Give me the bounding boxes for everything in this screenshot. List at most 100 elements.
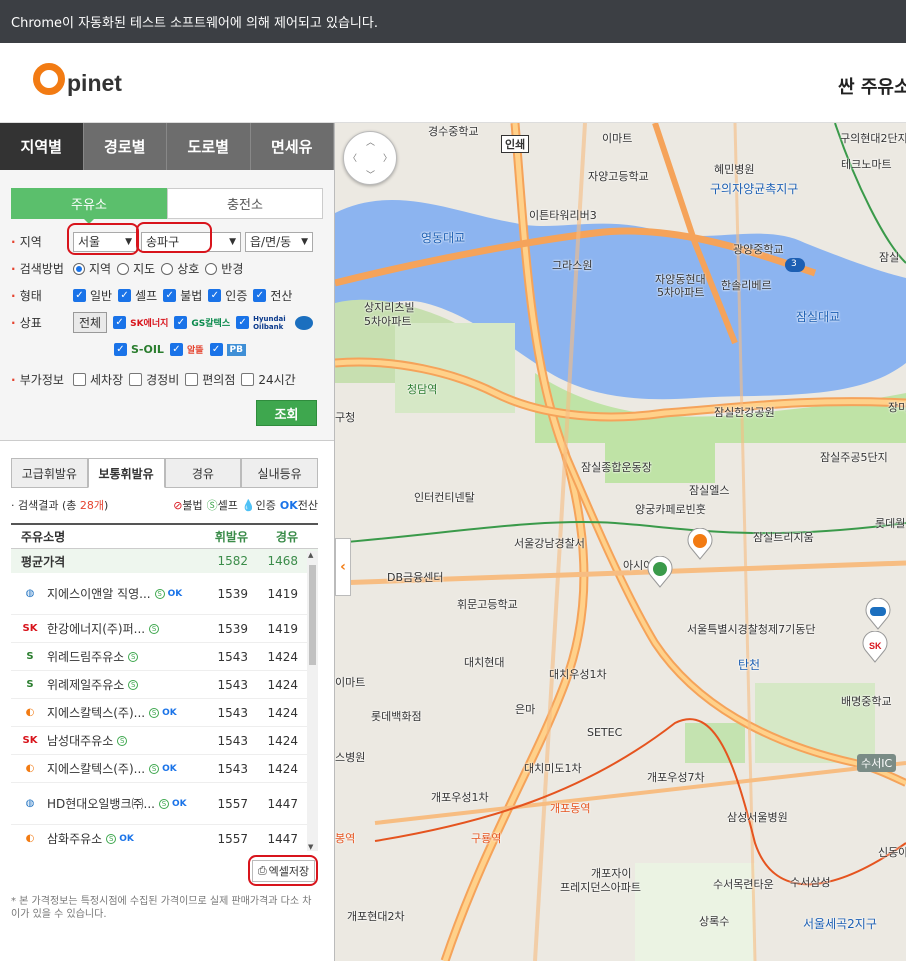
method-name-radio[interactable]: 상호 xyxy=(161,260,199,277)
station-name-cell[interactable]: ◐ 지에스칼텍스(주)... S OK xyxy=(11,760,198,778)
station-name-cell[interactable]: SK 한강에너지(주)퍼... S xyxy=(11,620,198,638)
table-body: ◍ 지에스이앤알 직영... S OK 1539 1419 SK 한강에너지(주)퍼... S 1… xyxy=(11,573,318,851)
map-label: 은마 xyxy=(515,703,536,716)
station-name-cell[interactable]: ◍ HD현대오일뱅크㈜... S OK xyxy=(11,795,198,813)
table-row[interactable]: S 위례드림주유소 S 1543 1424 xyxy=(11,643,318,671)
extra-maintenance-checkbox[interactable]: 경정비 xyxy=(129,371,179,388)
map-pan-control[interactable]: ︿ ﹀ 〈 〉 xyxy=(343,131,397,185)
tab-region[interactable]: 지역별 xyxy=(0,123,84,170)
main-tabs: 지역별 경로별 도로별 면세유 xyxy=(0,123,334,170)
gs-logo: GS칼텍스 xyxy=(191,319,231,329)
station-name[interactable]: 위례드림주유소 xyxy=(47,648,124,665)
scroll-thumb[interactable] xyxy=(309,565,316,665)
type-general-label: 일반 xyxy=(90,289,113,303)
station-name[interactable]: 한강에너지(주)퍼... xyxy=(47,620,145,637)
station-name[interactable]: 위례제일주유소 xyxy=(47,676,124,693)
map-label: 잠실주공5단지 xyxy=(820,451,888,464)
pan-up-icon[interactable]: ︿ xyxy=(366,135,375,148)
opinet-logo[interactable]: pinet xyxy=(33,63,122,95)
map-label: 개포우성1차 xyxy=(431,791,489,804)
station-name-cell[interactable]: S 위례제일주유소 S xyxy=(11,676,198,694)
table-row[interactable]: ◐ 삼화주유소 S OK 1557 1447 xyxy=(11,825,318,851)
scroll-up-icon[interactable]: ▲ xyxy=(308,551,313,559)
legend-certified-label: 인증 xyxy=(255,499,276,512)
tab-regular-gasoline[interactable]: 보통휘발유 xyxy=(87,458,165,488)
collapse-panel-button[interactable]: ‹ xyxy=(335,538,351,596)
dong-select[interactable]: 읍/면/동 ▼ xyxy=(245,231,313,252)
table-row[interactable]: ◐ 지에스칼텍스(주)... S OK 1543 1424 xyxy=(11,699,318,727)
legend-self-label: 셀프 xyxy=(217,499,238,512)
type-self-checkbox[interactable]: ✓ 셀프 xyxy=(118,287,157,304)
extra-24h-checkbox[interactable]: 24시간 xyxy=(241,371,296,388)
method-name-label: 상호 xyxy=(177,262,200,276)
station-name[interactable]: HD현대오일뱅크㈜... xyxy=(47,795,155,812)
automation-notice: Chrome이 자동화된 테스트 소프트웨어에 의해 제어되고 있습니다. xyxy=(11,16,378,31)
method-region-radio[interactable]: 지역 xyxy=(73,260,111,277)
header-title[interactable]: 싼 주유소 xyxy=(838,73,906,99)
scroll-down-icon[interactable]: ▼ xyxy=(308,843,313,851)
tab-charging-station[interactable]: 충전소 xyxy=(167,188,323,219)
extra-convenience-checkbox[interactable]: 편의점 xyxy=(185,371,235,388)
station-name[interactable]: 지에스칼텍스(주)... xyxy=(47,760,145,777)
map-view[interactable]: ︿ ﹀ 〈 〉 경수중학교 인쇄 이마트 혜민병원 구의현대2단지 테크노마트 … xyxy=(335,123,906,961)
map-label: 잠실엘스 xyxy=(689,484,730,497)
table-scrollbar[interactable]: ▲ ▼ xyxy=(307,551,318,851)
brand-hd-checkbox[interactable]: ✓ xyxy=(236,316,250,329)
tab-kerosene[interactable]: 실내등유 xyxy=(241,458,318,488)
station-name-cell[interactable]: SK 남성대주유소 S xyxy=(11,732,198,750)
station-name-cell[interactable]: ◐ 삼화주유소 S OK xyxy=(11,830,198,848)
extra-carwash-checkbox[interactable]: 세차장 xyxy=(73,371,123,388)
table-row[interactable]: ◍ HD현대오일뱅크㈜... S OK 1557 1447 xyxy=(11,783,318,825)
tab-premium-gasoline[interactable]: 고급휘발유 xyxy=(11,458,88,488)
map-label: 경수중학교 xyxy=(428,125,479,138)
gas-station-pin-icon[interactable]: SK xyxy=(861,631,889,663)
tab-taxfree[interactable]: 면세유 xyxy=(250,123,334,170)
type-certified-checkbox[interactable]: ✓ 인증 xyxy=(208,287,247,304)
station-name[interactable]: 지에스칼텍스(주)... xyxy=(47,704,145,721)
brand-altteul-checkbox[interactable]: ✓ xyxy=(169,343,183,356)
pan-right-icon[interactable]: 〉 xyxy=(383,151,392,164)
pan-down-icon[interactable]: ﹀ xyxy=(366,168,375,181)
type-general-checkbox[interactable]: ✓ 일반 xyxy=(73,287,112,304)
header-name[interactable]: 주유소명 xyxy=(11,528,198,545)
brand-pb-checkbox[interactable]: ✓ xyxy=(209,343,223,356)
station-name-cell[interactable]: ◐ 지에스칼텍스(주)... S OK xyxy=(11,704,198,722)
map-label: 영동대교 xyxy=(421,231,466,245)
tab-diesel[interactable]: 경유 xyxy=(164,458,242,488)
table-row[interactable]: ◍ 지에스이앤알 직영... S OK 1539 1419 xyxy=(11,573,318,615)
pan-left-icon[interactable]: 〈 xyxy=(348,151,357,164)
gas-station-pin-icon[interactable] xyxy=(646,556,674,588)
method-map-radio[interactable]: 지도 xyxy=(117,260,155,277)
type-computerized-checkbox[interactable]: ✓ 전산 xyxy=(253,287,292,304)
brand-gs-checkbox[interactable]: ✓ xyxy=(174,316,188,329)
table-row[interactable]: SK 한강에너지(주)퍼... S 1539 1419 xyxy=(11,615,318,643)
table-row[interactable]: S 위례제일주유소 S 1543 1424 xyxy=(11,671,318,699)
map-label: 잠실한강공원 xyxy=(714,406,775,419)
header-gasoline[interactable]: 휘발유 xyxy=(198,528,248,545)
tab-road[interactable]: 도로별 xyxy=(167,123,251,170)
header-diesel[interactable]: 경유 xyxy=(248,528,298,545)
gas-station-pin-icon[interactable] xyxy=(686,528,714,560)
station-name-cell[interactable]: ◍ 지에스이앤알 직영... S OK xyxy=(11,585,198,603)
map-label: 롯데백화점 xyxy=(371,710,422,723)
table-row[interactable]: ◐ 지에스칼텍스(주)... S OK 1543 1424 xyxy=(11,755,318,783)
brand-all-button[interactable]: 전체 xyxy=(73,312,108,333)
station-name[interactable]: 지에스이앤알 직영... xyxy=(47,585,151,602)
method-radius-radio[interactable]: 반경 xyxy=(205,260,243,277)
station-name[interactable]: 남성대주유소 xyxy=(47,732,113,749)
tab-gas-station[interactable]: 주유소 xyxy=(11,188,167,224)
brand-sk-checkbox[interactable]: ✓ xyxy=(113,316,127,329)
map-label: 수서목련타운 xyxy=(713,878,774,891)
brand-icon: ◐ xyxy=(25,763,35,774)
brand-soil-checkbox[interactable]: ✓ xyxy=(114,343,127,356)
gasoline-price: 1539 xyxy=(217,621,248,636)
search-button[interactable]: 조회 xyxy=(256,400,317,426)
station-name-cell[interactable]: S 위례드림주유소 S xyxy=(11,648,198,666)
station-name[interactable]: 삼화주유소 xyxy=(47,830,102,847)
tab-route[interactable]: 경로별 xyxy=(83,123,167,170)
type-illegal-checkbox[interactable]: ✓ 불법 xyxy=(163,287,202,304)
gas-station-pin-icon[interactable] xyxy=(864,598,892,630)
ok-icon: OK xyxy=(119,833,134,844)
table-row[interactable]: SK 남성대주유소 S 1543 1424 xyxy=(11,727,318,755)
ok-icon: OK xyxy=(279,499,298,512)
